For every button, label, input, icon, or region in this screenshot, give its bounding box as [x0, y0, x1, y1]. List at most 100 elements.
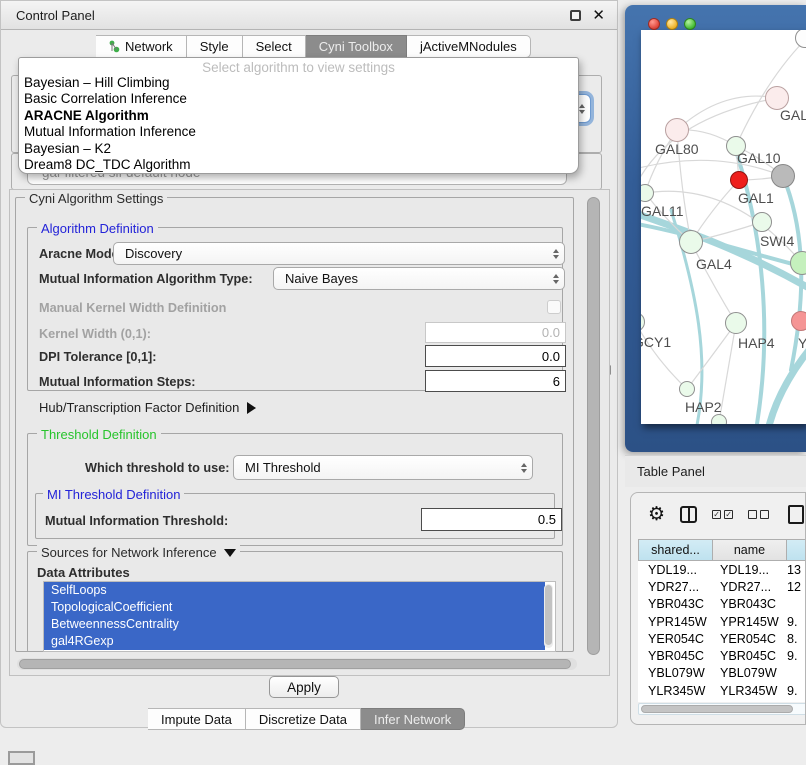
dropdown-item[interactable]: Basic Correlation Inference — [19, 91, 578, 107]
node-label: HAP4 — [738, 335, 775, 351]
dropdown-placeholder: Select algorithm to view settings — [19, 60, 578, 75]
network-canvas[interactable]: GALGAL80GAL10GAL1GAL11SWI4GAL4GCY1HAP4YH… — [641, 30, 806, 424]
kernel-width-label: Kernel Width (0,1): — [39, 327, 151, 341]
mi-type-combo[interactable]: Naive Bayes — [273, 267, 565, 290]
cyni-settings-title: Cyni Algorithm Settings — [25, 191, 167, 206]
table-row[interactable]: YPR145WYPR145W9. — [638, 613, 806, 630]
control-panel-tab[interactable]: Style — [187, 35, 243, 58]
data-attributes-label: Data Attributes — [37, 565, 130, 580]
mi-steps-field[interactable]: 6 — [425, 370, 566, 392]
hub-definition-expander[interactable]: Hub/Transcription Factor Definition — [39, 400, 256, 415]
network-node-gal80[interactable] — [665, 118, 689, 142]
table-cell: YBR045C — [638, 649, 713, 663]
attribute-list-item[interactable]: BetweennessCentrality — [44, 616, 545, 633]
attribute-list-item[interactable]: gal4RGexp — [44, 633, 545, 650]
settings-horizontal-scrollbar[interactable] — [17, 658, 577, 670]
table-cell: YDR27... — [713, 580, 787, 594]
table-cell: YIL052C — [713, 701, 787, 702]
dropdown-item[interactable]: Mutual Information Inference — [19, 124, 578, 140]
minimize-traffic-light-icon[interactable] — [666, 18, 678, 30]
table-row[interactable]: YDL19...YDL19...13 — [638, 561, 806, 578]
network-node-swi4[interactable] — [752, 212, 772, 232]
manual-kernel-checkbox[interactable] — [547, 300, 561, 314]
mi-type-value: Naive Bayes — [285, 271, 358, 286]
table-rows: YDL19...YDL19...13YDR27...YDR27...12YBR0… — [638, 561, 806, 702]
which-threshold-label: Which threshold to use: — [85, 461, 230, 475]
columns-icon[interactable] — [680, 506, 697, 523]
table-cell: YLR345W — [713, 684, 787, 698]
node-label: SWI4 — [760, 233, 794, 249]
dropdown-item[interactable]: Bayesian – Hill Climbing — [19, 75, 578, 91]
zoom-traffic-light-icon[interactable] — [684, 18, 696, 30]
dpi-tolerance-field[interactable]: 0.0 — [425, 345, 566, 367]
attribute-list-item[interactable]: SelfLoops — [44, 582, 545, 599]
network-node-hap4[interactable] — [725, 312, 747, 334]
table-card: ⚙ ✓✓ shared...name YDL19...YDL19...13YDR… — [630, 492, 806, 725]
table-header-row: shared...name — [638, 539, 806, 561]
table-row[interactable]: YBL079WYBL079W — [638, 665, 806, 682]
table-cell: 12 — [787, 580, 806, 594]
bottom-tab-label: Impute Data — [161, 712, 232, 727]
column-header[interactable]: name — [713, 539, 787, 561]
node-label: GCY1 — [641, 334, 671, 350]
table-row[interactable]: YDR27...YDR27...12 — [638, 578, 806, 595]
control-panel-tab[interactable]: Cyni Toolbox — [306, 35, 407, 58]
control-panel-tab[interactable]: Network — [96, 35, 187, 58]
dropdown-item[interactable]: Dream8 DC_TDC Algorithm — [19, 157, 578, 173]
floating-panel-icon[interactable] — [8, 751, 35, 765]
table-cell: YBL079W — [638, 666, 713, 680]
network-node-gal4[interactable] — [679, 230, 703, 254]
table-cell: YBL079W — [713, 666, 787, 680]
network-view-window: GALGAL80GAL10GAL1GAL11SWI4GAL4GCY1HAP4YH… — [625, 5, 806, 452]
network-node-gal1[interactable] — [730, 171, 748, 189]
close-traffic-light-icon[interactable] — [648, 18, 660, 30]
network-node-hap2[interactable] — [679, 381, 695, 397]
column-header[interactable] — [787, 539, 806, 561]
dropdown-item-list: Bayesian – Hill ClimbingBasic Correlatio… — [19, 75, 578, 173]
network-node[interactable] — [711, 414, 727, 424]
column-header[interactable]: shared... — [638, 539, 713, 561]
table-cell: YBR045C — [713, 649, 787, 663]
float-window-icon[interactable] — [570, 10, 581, 21]
control-panel-tab[interactable]: jActiveMNodules — [407, 35, 531, 58]
attribute-list-item[interactable]: TopologicalCoefficient — [44, 599, 545, 616]
table-row[interactable]: YIL052CYIL052C9. — [638, 699, 806, 702]
table-row[interactable]: YER054CYER054C8. — [638, 630, 806, 647]
node-label: GAL10 — [737, 150, 781, 166]
table-cell: YDL19... — [638, 563, 713, 577]
bottom-tab[interactable]: Impute Data — [148, 708, 246, 730]
table-row[interactable]: YBR045CYBR045C9. — [638, 647, 806, 664]
bottom-tab-label: Infer Network — [374, 712, 451, 727]
table-cell: YER054C — [713, 632, 787, 646]
settings-gear-icon[interactable]: ⚙ — [648, 505, 665, 524]
table-cell: YLR345W — [638, 684, 713, 698]
unchecked-pair-icon[interactable] — [748, 510, 769, 519]
checked-pair-icon[interactable]: ✓✓ — [712, 510, 733, 519]
sources-title-label: Sources for Network Inference — [41, 545, 217, 560]
bottom-tab[interactable]: Discretize Data — [246, 708, 361, 730]
control-panel-tab[interactable]: Select — [243, 35, 306, 58]
dropdown-item[interactable]: ARACNE Algorithm — [19, 108, 578, 124]
settings-vertical-scrollbar[interactable] — [587, 197, 600, 655]
network-node-y[interactable] — [791, 311, 806, 331]
aracne-mode-value: Discovery — [125, 246, 182, 261]
table-horizontal-scrollbar[interactable] — [638, 703, 806, 715]
attributes-scrollbar[interactable] — [544, 584, 553, 648]
aracne-mode-combo[interactable]: Discovery — [113, 242, 565, 265]
sources-title[interactable]: Sources for Network Inference — [37, 545, 240, 560]
table-cell: 9. — [787, 649, 806, 663]
apply-button[interactable]: Apply — [269, 676, 339, 698]
node-label: GAL1 — [738, 190, 774, 206]
table-row[interactable]: YBR043CYBR043C — [638, 596, 806, 613]
bottom-tab[interactable]: Infer Network — [361, 708, 465, 730]
close-icon[interactable]: ✕ — [592, 6, 605, 24]
mi-threshold-field[interactable]: 0.5 — [421, 508, 562, 531]
document-icon[interactable] — [788, 505, 804, 524]
table-row[interactable]: YLR345WYLR345W9. — [638, 682, 806, 699]
network-node[interactable] — [771, 164, 795, 188]
mi-threshold-label: Mutual Information Threshold: — [45, 514, 228, 528]
dropdown-item[interactable]: Bayesian – K2 — [19, 141, 578, 157]
which-threshold-combo[interactable]: MI Threshold — [233, 455, 533, 480]
kernel-width-field[interactable]: 0.0 — [425, 322, 566, 343]
manual-kernel-label: Manual Kernel Width Definition — [39, 301, 226, 315]
